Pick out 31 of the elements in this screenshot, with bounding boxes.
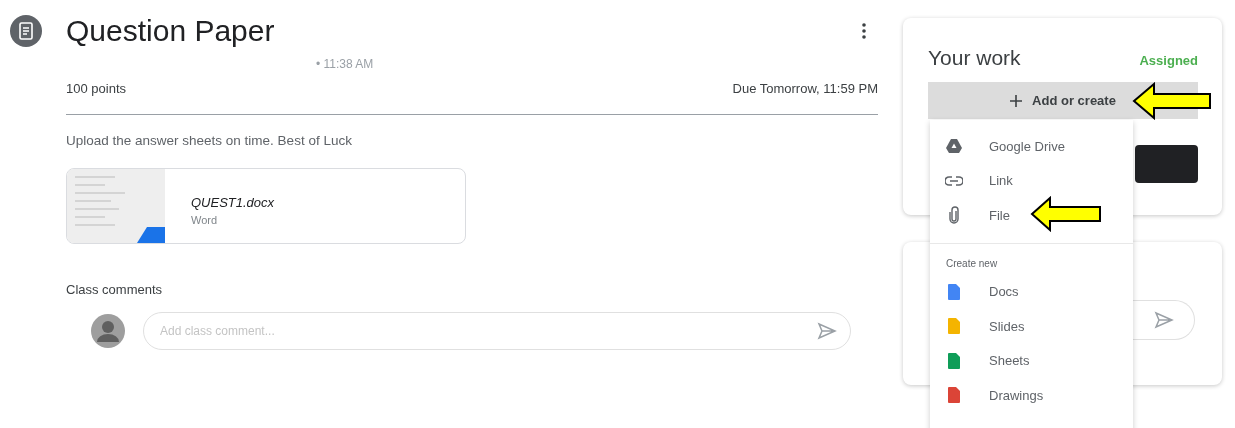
- drive-icon: [945, 139, 963, 154]
- attachment-name: QUEST1.docx: [191, 195, 275, 210]
- menu-item[interactable]: Docs: [930, 274, 1133, 309]
- assignment-title: Question Paper: [66, 14, 276, 48]
- menu-item[interactable]: Google Drive: [930, 129, 1133, 164]
- attachment-type: Word: [191, 214, 219, 226]
- send-icon[interactable]: [1153, 311, 1174, 329]
- attachment-card[interactable]: QUEST1.docx Word: [66, 168, 466, 244]
- menu-item[interactable]: Link: [930, 163, 1133, 198]
- comment-field[interactable]: Add class comment...: [143, 312, 851, 350]
- menu-item[interactable]: File: [930, 198, 1133, 233]
- due-date: Due Tomorrow, 11:59 PM: [732, 81, 878, 96]
- pointer-arrow-icon: [1030, 196, 1102, 232]
- document-thumbnail-icon: [67, 169, 165, 243]
- instructions-text: Upload the answer sheets on time. Best of Luck: [66, 133, 353, 148]
- more-options-icon[interactable]: [862, 23, 866, 39]
- avatar-icon: [91, 314, 125, 348]
- section-label: Create new: [945, 256, 999, 271]
- your-work-title: Your work: [928, 46, 1021, 70]
- menu-item[interactable]: Slides: [930, 309, 1133, 344]
- posted-time: • 11:38 AM: [316, 57, 374, 71]
- plus-icon: [1010, 94, 1023, 107]
- link-icon: [945, 175, 963, 186]
- assignment-icon: [10, 15, 42, 47]
- menu-item[interactable]: Sheets: [930, 343, 1133, 378]
- status-label: Assigned: [1139, 53, 1198, 68]
- send-icon[interactable]: [817, 322, 837, 340]
- pointer-arrow-icon: [1132, 82, 1212, 120]
- points-text: 100 points: [66, 81, 126, 96]
- class-comments-heading: Class comments: [66, 282, 164, 297]
- menu-item[interactable]: Drawings: [930, 378, 1133, 413]
